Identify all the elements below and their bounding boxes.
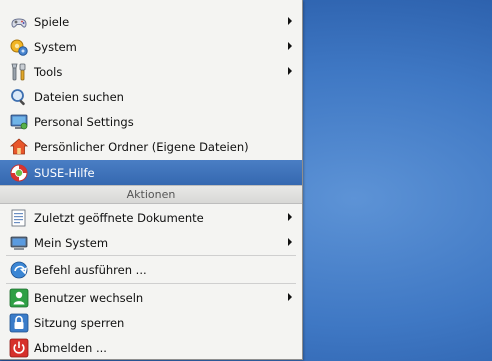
switch-user-icon — [9, 288, 29, 308]
submenu-arrow-icon — [288, 42, 292, 50]
help-lifebuoy-icon — [9, 163, 29, 183]
home-folder-icon — [9, 137, 29, 157]
menu-item-label: System — [34, 39, 77, 54]
menu-item-label: Sitzung sperren — [34, 315, 125, 330]
menu-item-label: Mein System — [34, 235, 109, 250]
menu-item-label: Zuletzt geöffnete Dokumente — [34, 210, 204, 225]
menu-item-label: Befehl ausführen ... — [34, 262, 147, 277]
menu-item-personal-settings[interactable]: Personal Settings — [0, 109, 302, 134]
menu-item-system[interactable]: System — [0, 34, 302, 59]
submenu-arrow-icon — [288, 17, 292, 25]
menu-item-label: Abmelden ... — [34, 340, 107, 355]
logout-power-icon — [9, 338, 29, 358]
personal-settings-icon — [9, 112, 29, 132]
menu-item-mein-system[interactable]: Mein System — [0, 230, 302, 255]
menu-item-dateien-suchen[interactable]: Dateien suchen — [0, 84, 302, 109]
menu-item-label: SUSE-Hilfe — [34, 165, 95, 180]
submenu-arrow-icon — [288, 238, 292, 246]
menu-item-spiele[interactable]: Spiele — [0, 9, 302, 34]
menu-item-label: Tools — [34, 64, 63, 79]
submenu-arrow-icon — [288, 293, 292, 301]
menu-separator — [6, 283, 296, 284]
gamepad-icon — [9, 12, 29, 32]
search-magnifier-icon — [9, 87, 29, 107]
submenu-arrow-icon — [288, 67, 292, 75]
menu-item-label: Spiele — [34, 14, 70, 29]
tools-wrench-icon — [9, 62, 29, 82]
section-header-aktionen: Aktionen — [0, 185, 302, 204]
menu-item-tools[interactable]: Tools — [0, 59, 302, 84]
menu-item-persoenlicher-ordner[interactable]: Persönlicher Ordner (Eigene Dateien) — [0, 134, 302, 159]
menu-item-label: Personal Settings — [34, 114, 134, 129]
menu-item-label: Benutzer wechseln — [34, 290, 144, 305]
recent-documents-icon — [9, 208, 29, 228]
submenu-arrow-icon — [288, 213, 292, 221]
menu-item-zuletzt-geoeffnete-dokumente[interactable]: Zuletzt geöffnete Dokumente — [0, 205, 302, 230]
menu-item-benutzer-wechseln[interactable]: Benutzer wechseln — [0, 285, 302, 310]
menu-item-label: Dateien suchen — [34, 89, 124, 104]
system-gear-icon — [9, 37, 29, 57]
lock-icon — [9, 313, 29, 333]
menu-item-befehl-ausfuehren[interactable]: Befehl ausführen ... — [0, 257, 302, 282]
menu-item-abmelden[interactable]: Abmelden ... — [0, 335, 302, 360]
menu-item-label: Persönlicher Ordner (Eigene Dateien) — [34, 139, 249, 154]
menu-item-sitzung-sperren[interactable]: Sitzung sperren — [0, 310, 302, 335]
computer-icon — [9, 233, 29, 253]
menu-separator — [6, 255, 296, 256]
run-command-icon — [9, 260, 29, 280]
start-menu: Spiele System Tools Dateien suchen Perso… — [0, 0, 303, 360]
menu-item-suse-hilfe[interactable]: SUSE-Hilfe — [0, 160, 302, 185]
